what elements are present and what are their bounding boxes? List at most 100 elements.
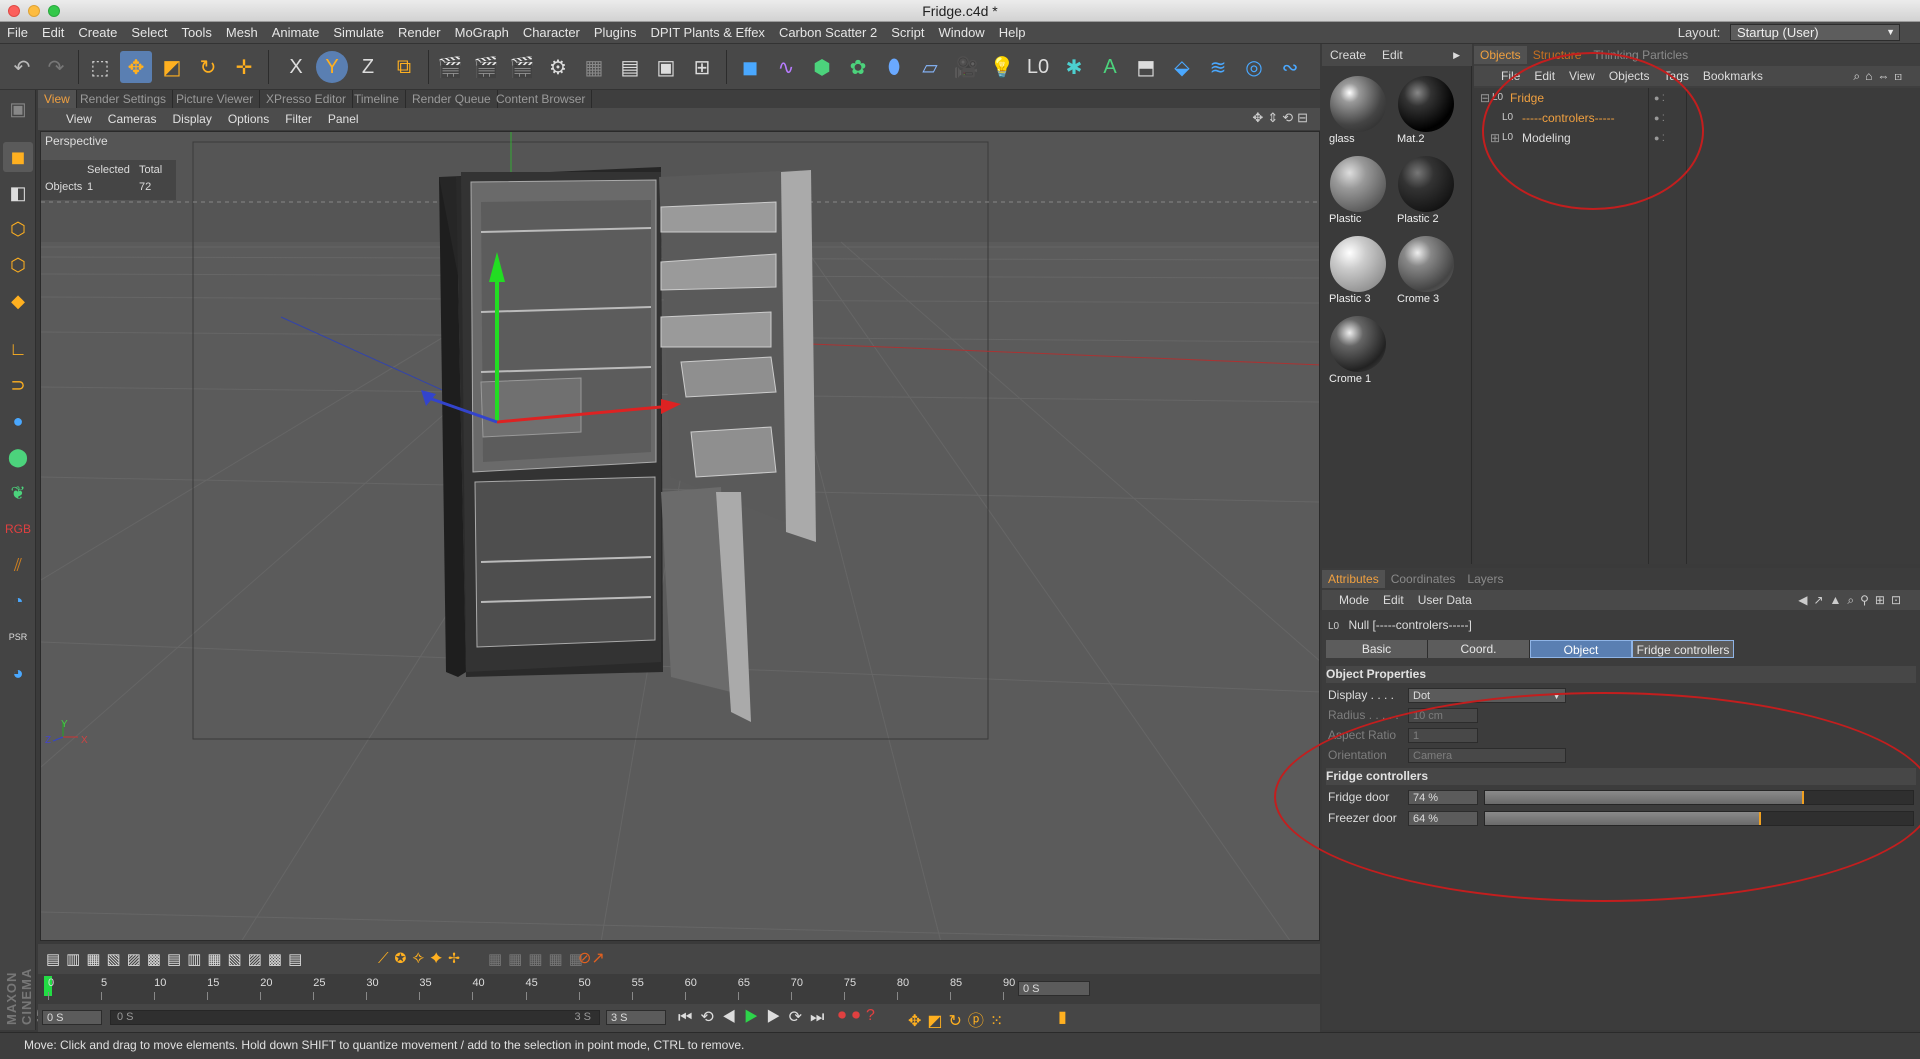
rgb-icon[interactable]: RGB [3, 514, 33, 544]
menu-mesh[interactable]: Mesh [219, 22, 265, 44]
effector-icon[interactable]: ✱ [1058, 51, 1090, 83]
floor-icon[interactable]: ▱ [914, 51, 946, 83]
paint-icon[interactable]: ● [3, 406, 33, 436]
menu-mograph[interactable]: MoGraph [448, 22, 516, 44]
fracture-icon[interactable]: ⬒ [1130, 51, 1162, 83]
layout-dropdown[interactable]: Startup (User) ▼ [1730, 24, 1900, 41]
undo-icon[interactable]: ↶ [6, 51, 38, 83]
material-plastic-3[interactable]: Plastic 3 [1326, 232, 1390, 308]
grid-snap-icons[interactable]: ▦▦▦▦▦ [488, 950, 589, 968]
light-icon[interactable]: 💡 [986, 51, 1018, 83]
model-mode-icon[interactable]: ◼ [3, 142, 33, 172]
snap-enable-icon[interactable]: ⊘↗ [578, 948, 605, 968]
cloner-icon[interactable]: ✿ [842, 51, 874, 83]
menu-create[interactable]: Create [71, 22, 124, 44]
attr-nav-icons[interactable]: ◀↗▲⌕⚲⊞⊡ [1791, 590, 1914, 610]
live-selection-icon[interactable]: ⬚ [84, 51, 116, 83]
transport-controls[interactable]: ⏮⟲◀▶▶⟳⏭ [678, 1007, 832, 1027]
subtab-basic[interactable]: Basic [1326, 640, 1428, 658]
tab-attributes[interactable]: Attributes [1322, 570, 1385, 588]
spline-mask-icon[interactable]: ◎ [1238, 51, 1270, 83]
material-plastic-2[interactable]: Plastic 2 [1394, 152, 1458, 228]
key-filter-icons[interactable]: ✥◩↻ⓟ⁙ [908, 1007, 1009, 1031]
sculpt-icon[interactable]: ⬤ [3, 442, 33, 472]
grid-icon[interactable]: ▦ [578, 51, 610, 83]
vp-menu-filter[interactable]: Filter [277, 108, 320, 130]
y-axis-lock-icon[interactable]: Y [316, 51, 348, 83]
voronoi-icon[interactable]: ⬙ [1166, 51, 1198, 83]
render-region-icon[interactable]: 🎬 [506, 51, 538, 83]
range-end-field[interactable]: 3 S [606, 1010, 666, 1025]
polygon-mode-icon[interactable]: ◆ [3, 286, 33, 316]
tracer-icon[interactable]: ∾ [1274, 51, 1306, 83]
rotate-tool-icon[interactable]: ↻ [192, 51, 224, 83]
close-window-button[interactable] [8, 5, 20, 17]
texture-mode-icon[interactable]: ◧ [3, 178, 33, 208]
menu-select[interactable]: Select [124, 22, 174, 44]
minimize-window-button[interactable] [28, 5, 40, 17]
render-view-icon[interactable]: 🎬 [434, 51, 466, 83]
chevron-right-icon[interactable]: ▶ [1445, 44, 1468, 66]
attr-menu-mode[interactable]: Mode [1332, 590, 1376, 610]
subtab-fridge-controllers[interactable]: Fridge controllers [1632, 640, 1734, 658]
material-plastic[interactable]: Plastic [1326, 152, 1390, 228]
menu-dpit[interactable]: DPIT Plants & Effex [644, 22, 772, 44]
tab-layers[interactable]: Layers [1461, 570, 1509, 588]
subtab-coord[interactable]: Coord. [1428, 640, 1530, 658]
menu-script[interactable]: Script [884, 22, 931, 44]
material-crome-1[interactable]: Crome 1 [1326, 312, 1390, 388]
recent-tool-icon[interactable]: ✛ [228, 51, 260, 83]
tab-render-settings[interactable]: Render Settings [74, 90, 174, 108]
vp-menu-display[interactable]: Display [164, 108, 219, 130]
tab-view[interactable]: View [38, 90, 77, 108]
make-editable-icon[interactable]: ▣ [3, 94, 33, 124]
attr-menu-user-data[interactable]: User Data [1411, 590, 1479, 610]
psr-icon[interactable]: PSR [3, 622, 33, 652]
tab-xpresso-editor[interactable]: XPresso Editor [260, 90, 354, 108]
layout-icons[interactable]: ▤▥▦▧▨▩▤▥▦▧▨▩▤ [46, 950, 308, 968]
null-object-icon[interactable]: L0 [1022, 51, 1054, 83]
vp-menu-panel[interactable]: Panel [320, 108, 367, 130]
range-slider[interactable]: 0 S 3 S [110, 1010, 600, 1025]
vp-menu-view[interactable]: View [58, 108, 100, 130]
play-icon[interactable]: ▶ [744, 1009, 766, 1026]
viewport-nav-icons[interactable]: ✥⇕⟲⊟ [1252, 110, 1312, 126]
obj-menu-bookmarks[interactable]: Bookmarks [1696, 66, 1770, 86]
rope-icon[interactable]: ⫽ [3, 550, 33, 580]
plants-icon[interactable]: ❦ [3, 478, 33, 508]
material-crome-3[interactable]: Crome 3 [1394, 232, 1458, 308]
document-icon[interactable]: ▣ [650, 51, 682, 83]
menu-help[interactable]: Help [992, 22, 1033, 44]
cube-icon[interactable]: ◼ [734, 51, 766, 83]
snap-icons[interactable]: ⟋✪✧✦✢ [378, 950, 466, 967]
sound-effector-icon[interactable]: ≋ [1202, 51, 1234, 83]
tab-objects[interactable]: Objects [1474, 46, 1527, 64]
material-menu-create[interactable]: Create [1322, 44, 1374, 66]
x-axis-lock-icon[interactable]: X [280, 51, 312, 83]
menu-tools[interactable]: Tools [175, 22, 219, 44]
scale-tool-icon[interactable]: ◩ [156, 51, 188, 83]
menu-character[interactable]: Character [516, 22, 587, 44]
text-icon[interactable]: A [1094, 51, 1126, 83]
3d-viewport[interactable]: Perspective Selected Total Objects 1 72 … [40, 131, 1320, 941]
timeline-icon[interactable]: ▮ [1058, 1007, 1067, 1027]
tab-timeline[interactable]: Timeline [348, 90, 406, 108]
layout-icon[interactable]: ⊞ [686, 51, 718, 83]
coordinate-system-icon[interactable]: ⧉ [388, 51, 420, 83]
snap-magnet-icon[interactable]: ⊃ [3, 370, 33, 400]
record-icons[interactable]: ⏺⏺? [838, 1007, 881, 1025]
camera-icon[interactable]: 🎥 [950, 51, 982, 83]
clapper-icon[interactable]: ▤ [614, 51, 646, 83]
range-start-field[interactable]: 0 S [42, 1010, 102, 1025]
menu-render[interactable]: Render [391, 22, 448, 44]
generator-icon[interactable]: ⬢ [806, 51, 838, 83]
z-axis-lock-icon[interactable]: Z [352, 51, 384, 83]
tab-coordinates[interactable]: Coordinates [1385, 570, 1462, 588]
menu-file[interactable]: File [0, 22, 35, 44]
point-mode-icon[interactable]: ⬡ [3, 214, 33, 244]
material-mat2[interactable]: Mat.2 [1394, 72, 1458, 148]
search-icon[interactable]: ⌕⌂⇔⊡ [1846, 66, 1914, 86]
edge-mode-icon[interactable]: ⬡ [3, 250, 33, 280]
menu-edit[interactable]: Edit [35, 22, 71, 44]
clock-icon[interactable]: ◔ [3, 586, 33, 616]
